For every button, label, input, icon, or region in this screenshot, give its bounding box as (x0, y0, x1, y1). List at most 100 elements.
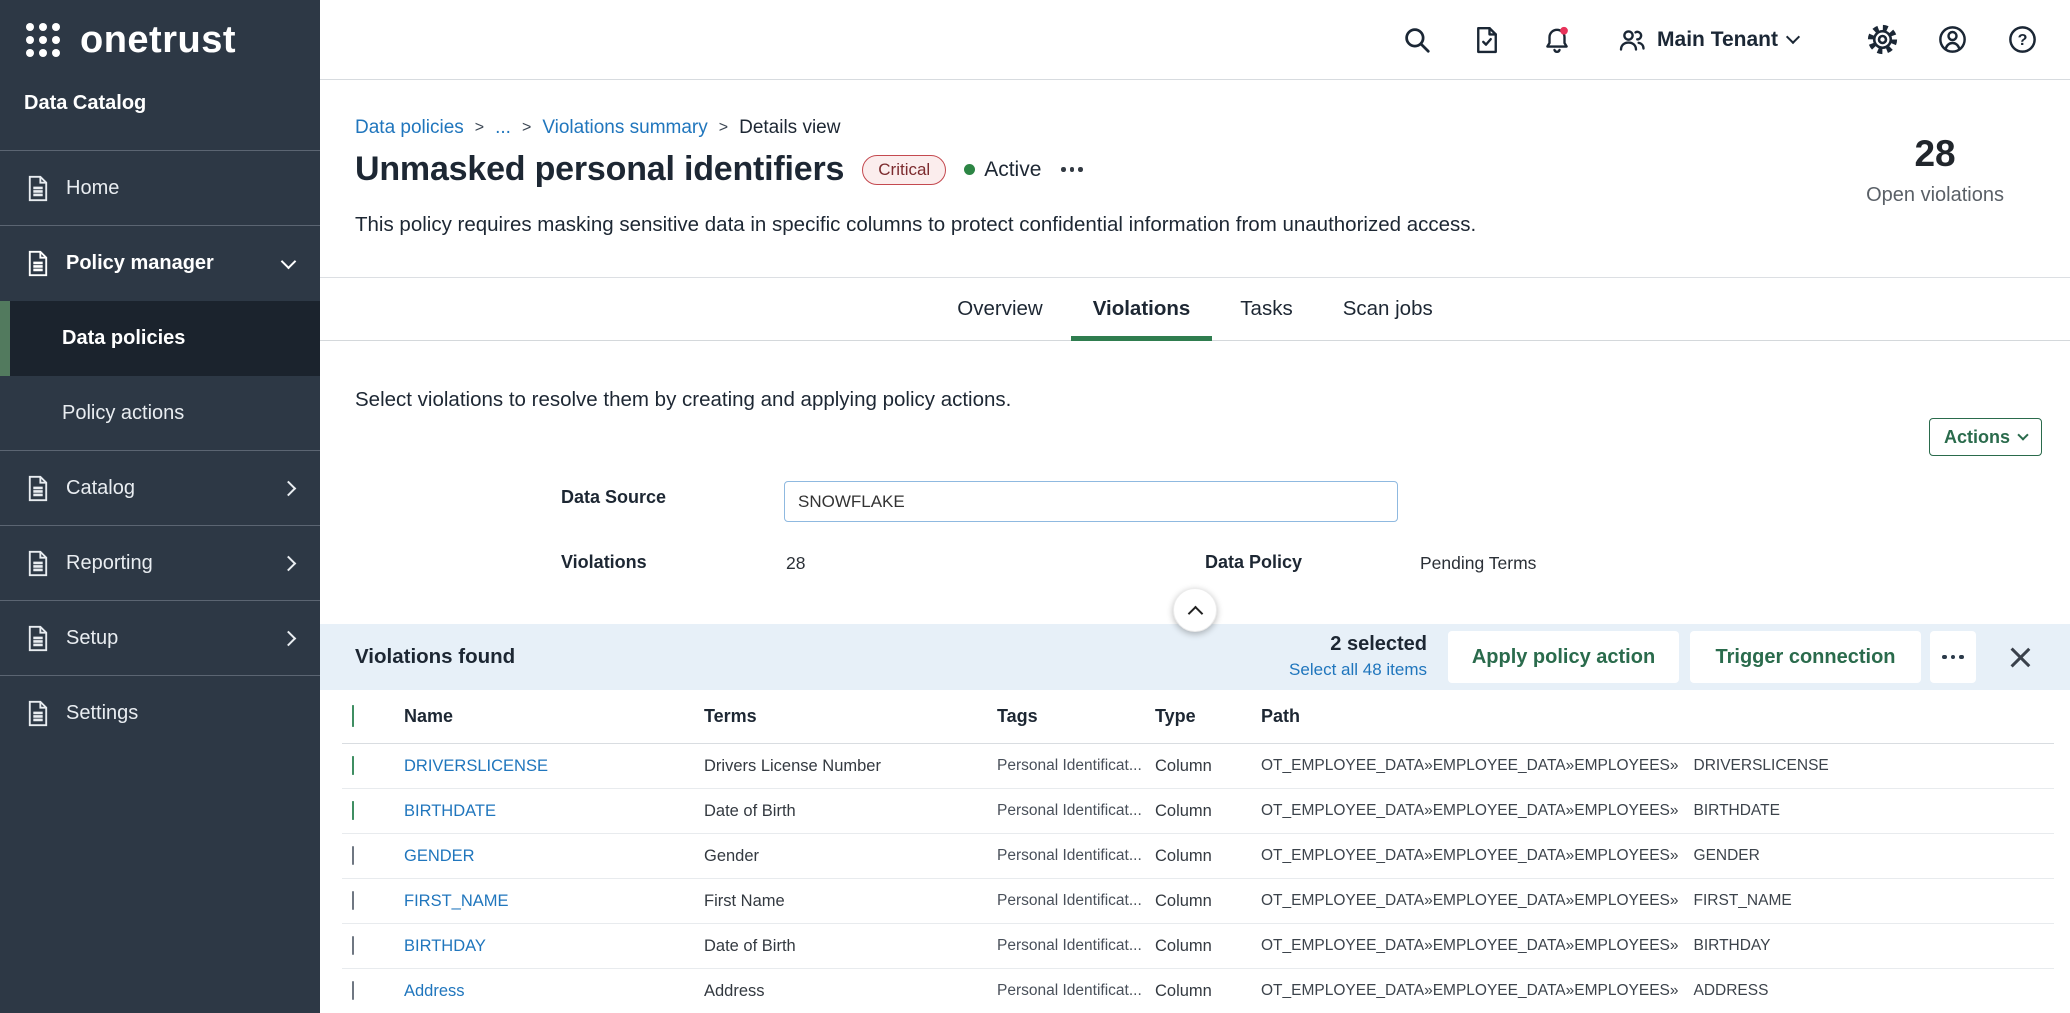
more-actions-kebab-button[interactable] (1930, 631, 1976, 683)
path-cell: OT_EMPLOYEE_DATA»EMPLOYEE_DATA»EMPLOYEES… (1251, 847, 2054, 865)
tab-overview[interactable]: Overview (957, 278, 1042, 340)
instruction-text: Select violations to resolve them by cre… (355, 388, 1011, 412)
path-leaf: BIRTHDAY (1694, 937, 1771, 955)
table-header-row: Name Terms Tags Type Path (342, 690, 2054, 744)
row-checkbox[interactable] (352, 801, 354, 820)
sidebar-item-data-policies[interactable]: Data policies (0, 301, 320, 376)
violation-name-link[interactable]: GENDER (394, 847, 694, 866)
select-all-link[interactable]: Select all 48 items (1289, 660, 1427, 680)
selection-summary: 2 selected Select all 48 items (1289, 633, 1427, 680)
column-header-tags: Tags (987, 706, 1145, 727)
terms-cell: Date of Birth (694, 802, 987, 821)
data-source-input[interactable] (784, 481, 1398, 522)
app-launcher-icon[interactable] (26, 23, 60, 57)
chevron-down-icon (281, 253, 297, 269)
type-cell: Column (1145, 847, 1251, 866)
chevron-up-icon (1187, 605, 1203, 621)
violation-name-link[interactable]: DRIVERSLICENSE (394, 757, 694, 776)
path-prefix: OT_EMPLOYEE_DATA»EMPLOYEE_DATA»EMPLOYEES… (1261, 847, 1679, 865)
path-leaf: FIRST_NAME (1694, 892, 1792, 910)
select-all-checkbox[interactable] (352, 705, 354, 727)
breadcrumb-separator: > (522, 119, 531, 137)
tab-scan-jobs[interactable]: Scan jobs (1343, 278, 1433, 340)
terms-cell: First Name (694, 892, 987, 911)
breadcrumb-violations-summary[interactable]: Violations summary (542, 117, 707, 139)
row-checkbox[interactable] (352, 936, 354, 955)
sidebar-item-setup[interactable]: Setup (0, 601, 320, 676)
table-row: FIRST_NAME First Name Personal Identific… (342, 879, 2054, 924)
tags-cell: Personal Identificat... (987, 757, 1145, 775)
tabs: Overview Violations Tasks Scan jobs (320, 277, 2070, 341)
breadcrumb-ellipsis[interactable]: ... (495, 117, 511, 139)
close-icon[interactable] (2008, 645, 2032, 669)
sidebar: onetrust Data Catalog Home Policy manage… (0, 0, 320, 1013)
terms-cell: Date of Birth (694, 937, 987, 956)
actions-button-label: Actions (1944, 427, 2010, 448)
tenant-switcher[interactable]: Main Tenant (1617, 25, 1798, 55)
row-checkbox[interactable] (352, 846, 354, 865)
data-policy-value: Pending Terms (1420, 553, 1536, 574)
selection-toolbar: Violations found 2 selected Select all 4… (320, 624, 2070, 690)
row-checkbox[interactable] (352, 756, 354, 775)
violation-name-link[interactable]: BIRTHDATE (394, 802, 694, 821)
title-kebab-menu-icon[interactable] (1059, 163, 1085, 176)
sidebar-item-reporting[interactable]: Reporting (0, 526, 320, 601)
account-icon[interactable] (1936, 24, 1968, 56)
breadcrumb-current: Details view (739, 117, 840, 139)
breadcrumb-separator: > (475, 119, 484, 137)
settings-gear-icon[interactable] (1866, 24, 1898, 56)
chevron-right-icon (281, 630, 297, 646)
sidebar-item-settings[interactable]: Settings (0, 676, 320, 751)
document-icon (26, 625, 50, 652)
tags-cell: Personal Identificat... (987, 982, 1145, 1000)
severity-badge: Critical (862, 155, 946, 185)
tags-cell: Personal Identificat... (987, 892, 1145, 910)
tenant-label: Main Tenant (1657, 28, 1778, 52)
open-violations-label: Open violations (1866, 184, 2004, 207)
terms-cell: Address (694, 982, 987, 1001)
violation-name-link[interactable]: FIRST_NAME (394, 892, 694, 911)
row-checkbox[interactable] (352, 891, 354, 910)
document-icon (26, 475, 50, 502)
document-check-icon[interactable] (1471, 24, 1503, 56)
chevron-right-icon (281, 555, 297, 571)
notifications-bell-icon[interactable] (1541, 24, 1573, 56)
column-header-path: Path (1251, 706, 2054, 727)
violation-name-link[interactable]: Address (394, 982, 694, 1001)
status: Active (964, 158, 1041, 182)
sidebar-item-policy-manager[interactable]: Policy manager (0, 226, 320, 301)
tab-tasks[interactable]: Tasks (1240, 278, 1292, 340)
tags-cell: Personal Identificat... (987, 847, 1145, 865)
help-icon[interactable]: ? (2006, 24, 2038, 56)
notification-badge (1560, 26, 1568, 34)
type-cell: Column (1145, 802, 1251, 821)
collapse-filters-button[interactable] (1173, 588, 1217, 632)
terms-cell: Gender (694, 847, 987, 866)
tab-violations[interactable]: Violations (1093, 278, 1191, 340)
breadcrumb-data-policies[interactable]: Data policies (355, 117, 464, 139)
path-cell: OT_EMPLOYEE_DATA»EMPLOYEE_DATA»EMPLOYEES… (1251, 982, 2054, 1000)
logo-row: onetrust (0, 0, 320, 80)
path-cell: OT_EMPLOYEE_DATA»EMPLOYEE_DATA»EMPLOYEES… (1251, 892, 2054, 910)
trigger-connection-button[interactable]: Trigger connection (1690, 631, 1921, 683)
search-icon[interactable] (1401, 24, 1433, 56)
path-prefix: OT_EMPLOYEE_DATA»EMPLOYEE_DATA»EMPLOYEES… (1261, 982, 1679, 1000)
type-cell: Column (1145, 982, 1251, 1001)
type-cell: Column (1145, 892, 1251, 911)
violations-count-value: 28 (786, 553, 805, 574)
path-cell: OT_EMPLOYEE_DATA»EMPLOYEE_DATA»EMPLOYEES… (1251, 802, 2054, 820)
sidebar-item-label: Policy actions (62, 402, 184, 425)
path-prefix: OT_EMPLOYEE_DATA»EMPLOYEE_DATA»EMPLOYEES… (1261, 757, 1679, 775)
actions-button[interactable]: Actions (1929, 418, 2042, 456)
terms-cell: Drivers License Number (694, 757, 987, 776)
violation-name-link[interactable]: BIRTHDAY (394, 937, 694, 956)
sidebar-item-policy-actions[interactable]: Policy actions (0, 376, 320, 451)
column-header-terms: Terms (694, 706, 987, 727)
row-checkbox[interactable] (352, 981, 354, 1000)
path-prefix: OT_EMPLOYEE_DATA»EMPLOYEE_DATA»EMPLOYEES… (1261, 892, 1679, 910)
sidebar-item-home[interactable]: Home (0, 151, 320, 226)
path-cell: OT_EMPLOYEE_DATA»EMPLOYEE_DATA»EMPLOYEES… (1251, 757, 2054, 775)
apply-policy-action-button[interactable]: Apply policy action (1448, 631, 1679, 683)
chevron-down-icon (1786, 30, 1800, 44)
sidebar-item-catalog[interactable]: Catalog (0, 451, 320, 526)
